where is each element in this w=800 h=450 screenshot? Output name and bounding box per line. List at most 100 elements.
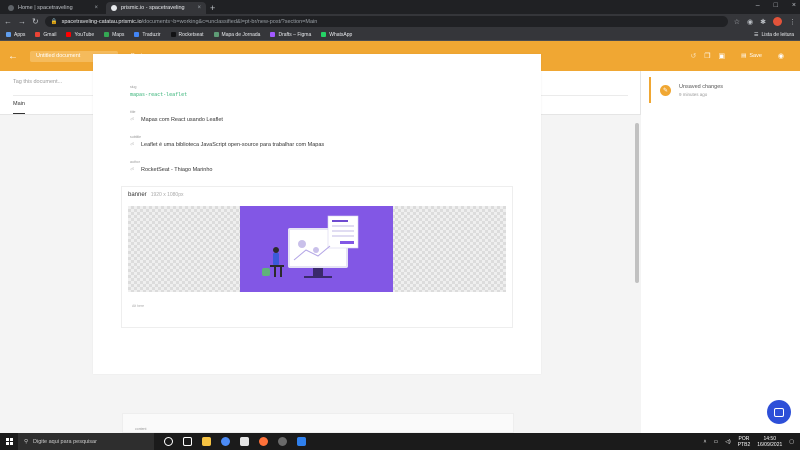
- language-indicator[interactable]: POR PTB2: [738, 436, 751, 448]
- reload-icon[interactable]: ↻: [32, 17, 39, 26]
- bookmark-rocketseat[interactable]: Rocketseat: [170, 32, 204, 38]
- taskbar-search[interactable]: ⚲ Digite aqui para pesquisar: [18, 433, 154, 450]
- banner-label: banner 1920 x 1080px: [128, 192, 184, 198]
- favicon-icon: [111, 5, 117, 11]
- forward-arrow-icon[interactable]: →: [18, 17, 26, 26]
- chat-icon: [774, 407, 784, 417]
- status-time: 9 minutes ago: [679, 91, 708, 97]
- figma-icon: [270, 32, 276, 37]
- calendar-icon[interactable]: ▣: [719, 52, 726, 60]
- banner-field: banner 1920 x 1080px Alt here: [121, 186, 513, 328]
- task-view-icon[interactable]: [183, 437, 192, 446]
- scrollbar[interactable]: [633, 115, 641, 433]
- bookmark-youtube[interactable]: YouTube: [66, 32, 94, 38]
- bookmarks-bar: Apps Gmail YouTube Maps Traduzir Rockets…: [0, 29, 800, 41]
- slug-value[interactable]: mapas-react-leaflet: [130, 92, 187, 98]
- rocketseat-icon: [170, 32, 176, 37]
- firefox-icon[interactable]: [259, 437, 268, 446]
- translate-icon: [134, 32, 140, 37]
- cortana-icon[interactable]: [164, 437, 173, 446]
- url-input[interactable]: 🔒 spacetraveling-catatau.prismic.io/docu…: [44, 16, 728, 27]
- scrollbar-thumb[interactable]: [635, 123, 639, 283]
- browser-tab-bar: Home | spacetraveling × prismic.io - spa…: [0, 0, 800, 14]
- save-button[interactable]: ▤ Save: [741, 53, 762, 59]
- obs-icon[interactable]: [278, 437, 287, 446]
- star-icon[interactable]: ☆: [734, 18, 740, 26]
- status-panel: ✎ Unsaved changes 9 minutes ago: [642, 71, 800, 433]
- preview-eye-icon[interactable]: ◉: [778, 52, 784, 60]
- banner-image-area[interactable]: [128, 206, 506, 292]
- store-icon[interactable]: [240, 437, 249, 446]
- notifications-icon[interactable]: ▢: [789, 439, 794, 445]
- save-icon: ▤: [741, 53, 747, 59]
- author-value[interactable]: RocketSeat - Thiago Marinho: [141, 167, 212, 173]
- whatsapp-icon: [321, 32, 327, 37]
- text-format-icon: ⏎: [130, 117, 135, 123]
- url-host: spacetraveling-catatau.prismic.io: [61, 18, 142, 25]
- tab-main[interactable]: Main: [13, 101, 25, 114]
- start-button[interactable]: [0, 438, 18, 445]
- volume-icon[interactable]: ◁): [725, 439, 731, 445]
- extension-icon[interactable]: ◉: [747, 18, 753, 26]
- title-value[interactable]: Mapas com React usando Leaflet: [141, 117, 223, 123]
- network-icon[interactable]: ▭: [713, 439, 718, 445]
- file-explorer-icon[interactable]: [202, 437, 211, 446]
- search-icon: ⚲: [24, 438, 29, 445]
- chat-button[interactable]: [767, 400, 791, 424]
- slug-field[interactable]: slug mapas-react-leaflet: [130, 85, 187, 98]
- new-tab-icon[interactable]: +: [210, 2, 215, 14]
- content-field[interactable]: content: [122, 413, 514, 433]
- banner-image[interactable]: [240, 206, 393, 292]
- vscode-icon[interactable]: [297, 437, 306, 446]
- close-icon[interactable]: ×: [94, 5, 98, 11]
- copy-icon[interactable]: ❐: [704, 52, 710, 60]
- puzzle-icon[interactable]: ✱: [760, 18, 766, 26]
- windows-icon: [5, 438, 13, 445]
- back-arrow-icon[interactable]: ←: [0, 51, 26, 62]
- browser-tab-prismic[interactable]: prismic.io - spacetraveling ×: [106, 2, 206, 14]
- menu-dots-icon[interactable]: ⋮: [789, 18, 796, 26]
- bookmark-figma[interactable]: Drafts – Figma: [270, 32, 311, 38]
- bookmark-gmail[interactable]: Gmail: [35, 32, 56, 38]
- profile-avatar[interactable]: [773, 17, 782, 26]
- reading-list[interactable]: ☰ Lista de leitura: [754, 32, 794, 38]
- header-actions: ↺ ❐ ▣ ▤ Save ◉: [690, 52, 800, 60]
- youtube-icon: [66, 32, 72, 37]
- maximize-icon[interactable]: □: [774, 2, 778, 9]
- bookmark-maps[interactable]: Maps: [104, 32, 124, 38]
- unsaved-status: ✎ Unsaved changes 9 minutes ago: [649, 77, 794, 103]
- window-close-icon[interactable]: ×: [792, 2, 796, 9]
- undo-icon[interactable]: ↺: [690, 52, 696, 60]
- taskbar: ⚲ Digite aqui para pesquisar ˄ ▭ ◁) POR P…: [0, 433, 800, 450]
- tag-input[interactable]: Tag this document...: [13, 79, 62, 85]
- chevron-up-icon[interactable]: ˄: [704, 439, 707, 445]
- maps-icon: [104, 32, 110, 37]
- chrome-icon[interactable]: [221, 437, 230, 446]
- back-arrow-icon[interactable]: ←: [4, 17, 12, 26]
- reading-list-icon: ☰: [753, 31, 759, 38]
- close-icon[interactable]: ×: [197, 5, 201, 11]
- status-title: Unsaved changes: [679, 83, 724, 90]
- title-field[interactable]: title ⏎ Mapas com React usando Leaflet: [130, 110, 223, 123]
- window-controls: – □ ×: [756, 2, 796, 9]
- address-bar: ← → ↻ 🔒 spacetraveling-catatau.prismic.i…: [0, 14, 800, 29]
- minimize-icon[interactable]: –: [756, 2, 760, 9]
- subtitle-field[interactable]: subtitle ⏎ Leaflet é uma biblioteca JavaS…: [130, 135, 324, 148]
- bookmark-apps[interactable]: Apps: [6, 32, 25, 38]
- text-format-icon: ⏎: [130, 167, 135, 173]
- gmail-icon: [35, 32, 41, 37]
- system-tray: ˄ ▭ ◁) POR PTB2 14:50 16/09/2021 ▢: [704, 436, 800, 448]
- browser-tab-home[interactable]: Home | spacetraveling ×: [3, 2, 103, 14]
- banner-illustration: [262, 215, 359, 278]
- alt-text-input[interactable]: Alt here: [132, 304, 144, 308]
- author-field[interactable]: author ⏎ RocketSeat - Thiago Marinho: [130, 160, 212, 173]
- map-icon: [213, 32, 219, 37]
- clock[interactable]: 14:50 16/09/2021: [757, 436, 782, 448]
- subtitle-value[interactable]: Leaflet é uma biblioteca JavaScript open…: [141, 142, 324, 148]
- lock-icon: 🔒: [50, 18, 58, 25]
- fields-card: slug mapas-react-leaflet title ⏎ Mapas co…: [93, 54, 541, 374]
- bookmark-mapa-jornada[interactable]: Mapa de Jornada: [213, 32, 260, 38]
- bookmark-whatsapp[interactable]: WhatsApp: [321, 32, 352, 38]
- url-path: /documents~b=working&c=unclassified&l=pt…: [141, 18, 318, 25]
- bookmark-traduzir[interactable]: Traduzir: [134, 32, 161, 38]
